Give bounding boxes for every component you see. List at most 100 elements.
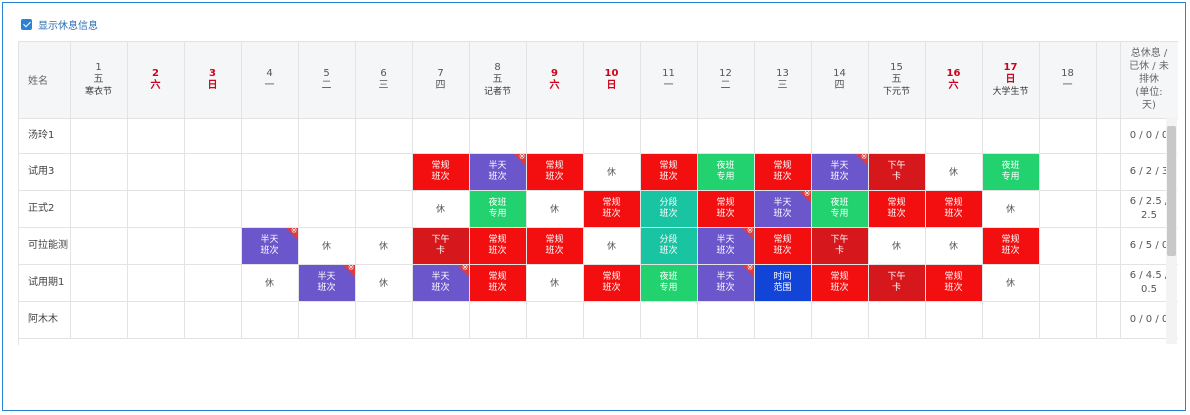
schedule-cell[interactable]	[1039, 301, 1097, 339]
schedule-cell[interactable]	[241, 118, 299, 154]
schedule-cell[interactable]	[127, 227, 185, 265]
schedule-cell[interactable]	[127, 301, 185, 339]
checkbox-icon[interactable]	[21, 19, 32, 30]
schedule-cell[interactable]	[70, 118, 128, 154]
shift-chip[interactable]: 夜班 专用	[697, 153, 753, 189]
schedule-cell[interactable]	[184, 118, 242, 154]
schedule-cell[interactable]: 休	[526, 264, 584, 302]
schedule-cell[interactable]: 常规 班次	[583, 264, 641, 302]
schedule-cell[interactable]	[298, 118, 356, 154]
schedule-cell[interactable]	[127, 153, 185, 191]
schedule-cell[interactable]	[412, 118, 470, 154]
schedule-cell[interactable]: 常规 班次	[925, 190, 983, 228]
shift-chip[interactable]: 分段 班次	[640, 190, 696, 226]
schedule-cell[interactable]	[127, 118, 185, 154]
schedule-cell[interactable]: 常规 班次	[868, 190, 926, 228]
schedule-cell[interactable]: 半天 班次 ※	[412, 264, 470, 302]
shift-chip[interactable]: 常规 班次	[526, 227, 582, 263]
schedule-cell[interactable]: 常规 班次	[583, 190, 641, 228]
schedule-cell[interactable]	[640, 118, 698, 154]
schedule-cell[interactable]	[526, 118, 584, 154]
schedule-cell[interactable]: 休	[868, 227, 926, 265]
shift-chip[interactable]: 常规 班次	[754, 153, 810, 189]
schedule-cell[interactable]	[982, 118, 1040, 154]
shift-chip[interactable]: 常规 班次	[754, 227, 810, 263]
shift-chip[interactable]: 常规 班次	[697, 190, 753, 226]
schedule-cell[interactable]: 常规 班次	[526, 153, 584, 191]
schedule-cell[interactable]: 休	[583, 227, 641, 265]
shift-chip[interactable]: 下午 卡	[811, 227, 867, 263]
shift-chip[interactable]: 半天 班次 ※	[241, 227, 297, 263]
schedule-cell[interactable]: 常规 班次	[811, 264, 869, 302]
shift-chip[interactable]: 常规 班次	[583, 264, 639, 300]
schedule-cell[interactable]	[754, 301, 812, 339]
shift-chip[interactable]: 分段 班次	[640, 227, 696, 263]
schedule-cell[interactable]: 半天 班次 ※	[469, 153, 527, 191]
schedule-cell[interactable]	[697, 118, 755, 154]
schedule-cell[interactable]: 常规 班次	[982, 227, 1040, 265]
schedule-cell[interactable]: 半天 班次 ※	[754, 190, 812, 228]
vertical-scrollbar[interactable]	[1167, 126, 1176, 256]
schedule-cell[interactable]: 休	[355, 227, 413, 265]
shift-chip[interactable]: 半天 班次 ※	[469, 153, 525, 189]
shift-chip[interactable]: 半天 班次 ※	[697, 227, 753, 263]
schedule-cell[interactable]	[583, 118, 641, 154]
shift-chip[interactable]: 常规 班次	[640, 153, 696, 189]
schedule-cell[interactable]: 休	[925, 227, 983, 265]
schedule-cell[interactable]: 休	[526, 190, 584, 228]
shift-chip[interactable]: 半天 班次 ※	[298, 264, 354, 300]
schedule-cell[interactable]	[412, 301, 470, 339]
show-rest-info-option[interactable]: 显示休息信息	[21, 17, 98, 32]
schedule-cell[interactable]	[640, 301, 698, 339]
shift-chip[interactable]: 常规 班次	[526, 153, 582, 189]
schedule-cell[interactable]	[811, 118, 869, 154]
schedule-cell[interactable]	[70, 227, 128, 265]
schedule-cell[interactable]: 休	[982, 264, 1040, 302]
schedule-cell[interactable]: 下午 卡	[868, 264, 926, 302]
shift-chip[interactable]: 下午 卡	[868, 264, 924, 300]
schedule-cell[interactable]	[70, 153, 128, 191]
shift-chip[interactable]: 常规 班次	[925, 264, 981, 300]
schedule-cell[interactable]	[184, 264, 242, 302]
schedule-cell[interactable]	[355, 118, 413, 154]
schedule-cell[interactable]	[70, 301, 128, 339]
shift-chip[interactable]: 常规 班次	[925, 190, 981, 226]
schedule-cell[interactable]: 半天 班次 ※	[697, 264, 755, 302]
schedule-cell[interactable]: 夜班 专用	[811, 190, 869, 228]
schedule-cell[interactable]: 常规 班次	[640, 153, 698, 191]
schedule-cell[interactable]	[697, 301, 755, 339]
schedule-cell[interactable]: 休	[412, 190, 470, 228]
schedule-cell[interactable]	[241, 301, 299, 339]
schedule-cell[interactable]: 夜班 专用	[697, 153, 755, 191]
schedule-cell[interactable]	[184, 153, 242, 191]
schedule-cell[interactable]	[355, 153, 413, 191]
schedule-cell[interactable]	[298, 153, 356, 191]
schedule-cell[interactable]: 休	[982, 190, 1040, 228]
schedule-cell[interactable]	[1039, 227, 1097, 265]
schedule-cell[interactable]	[469, 301, 527, 339]
schedule-cell[interactable]	[583, 301, 641, 339]
schedule-cell[interactable]	[925, 118, 983, 154]
schedule-cell[interactable]	[868, 118, 926, 154]
schedule-cell[interactable]	[526, 301, 584, 339]
schedule-cell[interactable]	[241, 153, 299, 191]
schedule-cell[interactable]: 分段 班次	[640, 190, 698, 228]
shift-chip[interactable]: 半天 班次 ※	[412, 264, 468, 300]
schedule-cell[interactable]	[868, 301, 926, 339]
shift-chip[interactable]: 夜班 专用	[469, 190, 525, 226]
schedule-cell[interactable]: 常规 班次	[925, 264, 983, 302]
schedule-cell[interactable]: 夜班 专用	[982, 153, 1040, 191]
schedule-cell[interactable]	[184, 301, 242, 339]
schedule-cell[interactable]	[70, 264, 128, 302]
schedule-cell[interactable]	[754, 118, 812, 154]
schedule-cell[interactable]: 常规 班次	[469, 264, 527, 302]
schedule-cell[interactable]	[811, 301, 869, 339]
schedule-cell[interactable]: 休	[925, 153, 983, 191]
schedule-cell[interactable]: 常规 班次	[697, 190, 755, 228]
shift-chip[interactable]: 下午 卡	[412, 227, 468, 263]
shift-chip[interactable]: 常规 班次	[583, 190, 639, 226]
schedule-cell[interactable]	[469, 118, 527, 154]
shift-chip[interactable]: 时间 范围	[754, 264, 810, 300]
shift-chip[interactable]: 常规 班次	[811, 264, 867, 300]
shift-chip[interactable]: 半天 班次 ※	[754, 190, 810, 226]
